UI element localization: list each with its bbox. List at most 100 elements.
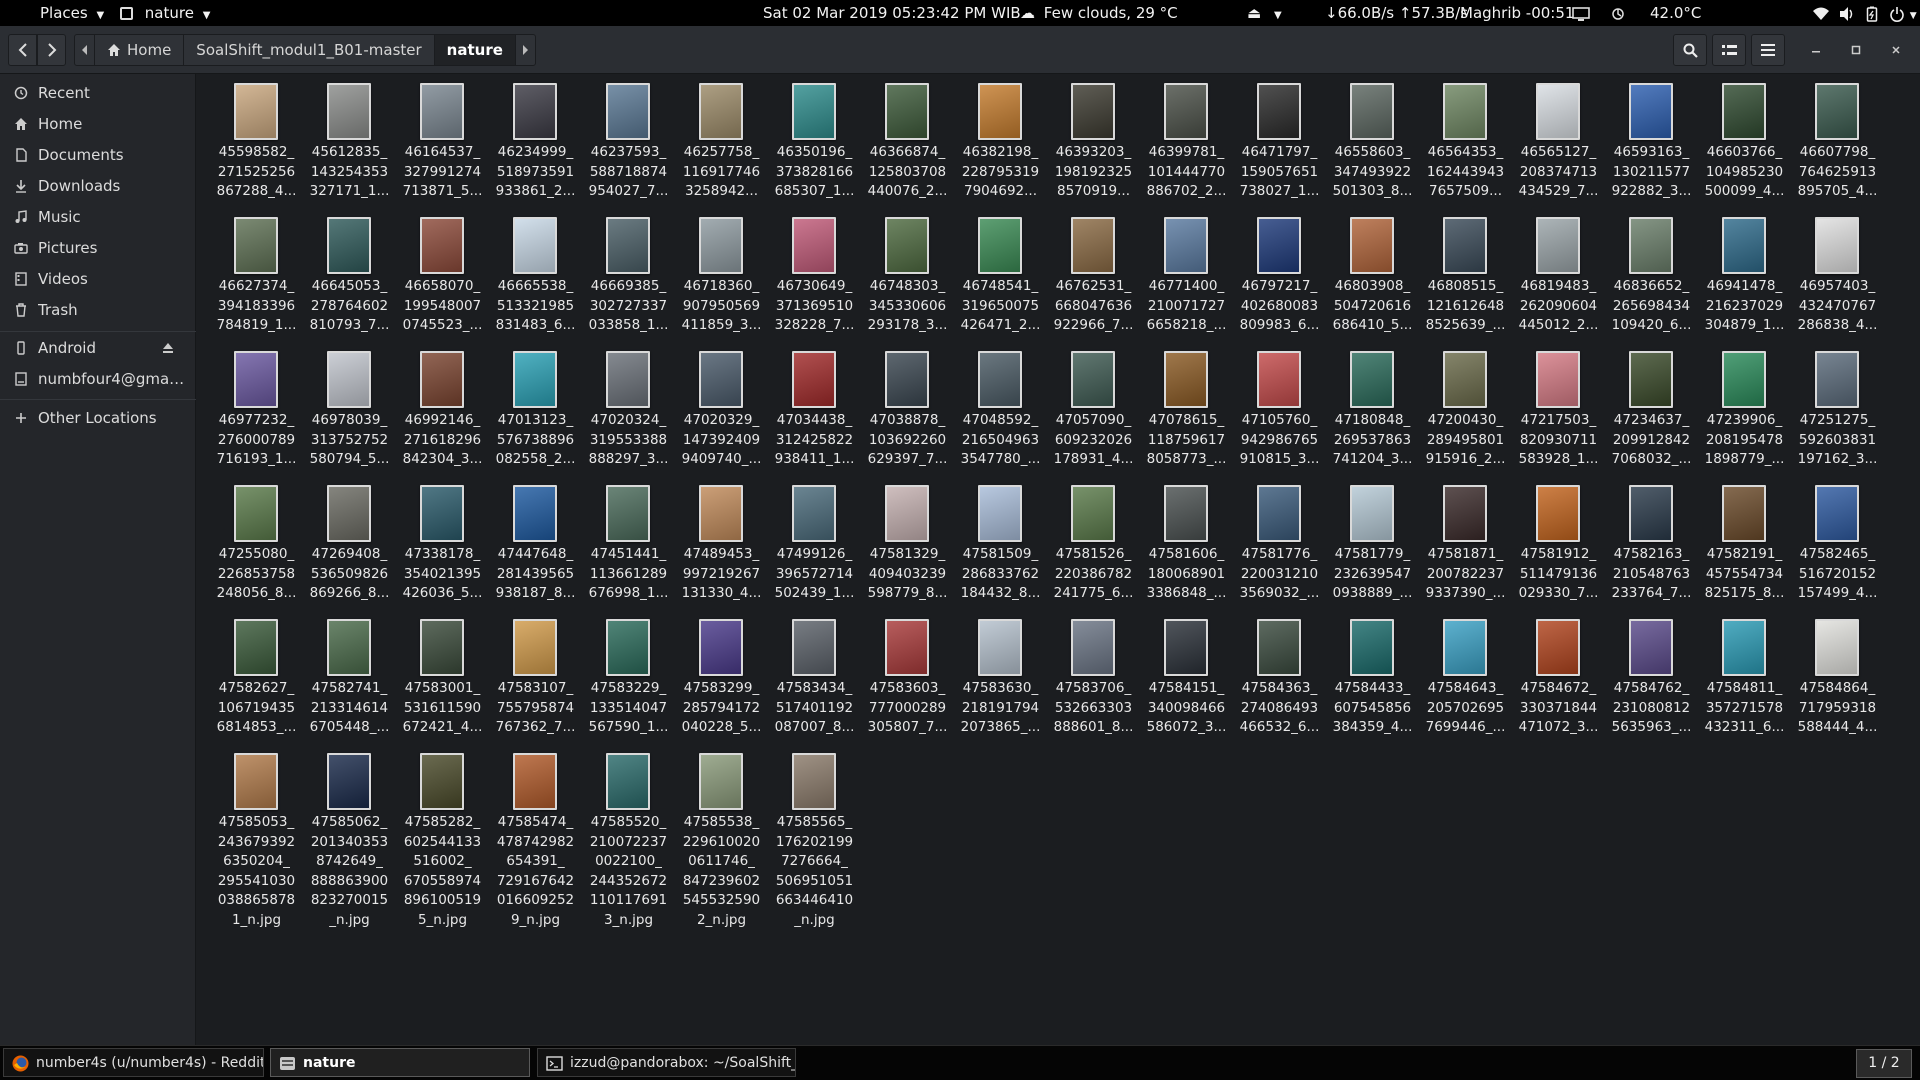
file-item[interactable]: 47581912_ 511479136 029330_7... bbox=[1512, 480, 1605, 610]
file-item[interactable]: 47585053_ 243679392 6350204_ 295541030 0… bbox=[210, 748, 303, 928]
file-item[interactable]: 47585520_ 210072237 0022100_ 244352672 1… bbox=[582, 748, 675, 928]
screen-icon[interactable] bbox=[1572, 0, 1590, 26]
file-item[interactable]: 47451441_ 113661289 676998_1... bbox=[582, 480, 675, 610]
file-item[interactable]: 46748541_ 319650075 426471_2... bbox=[954, 212, 1047, 342]
file-item[interactable]: 47251275_ 592603831 197162_3... bbox=[1791, 346, 1884, 476]
file-item[interactable]: 47581509_ 286833762 184432_8... bbox=[954, 480, 1047, 610]
forward-button[interactable] bbox=[37, 34, 66, 66]
file-item[interactable]: 47585474_ 478742982 654391_ 729167642 01… bbox=[489, 748, 582, 928]
file-item[interactable]: 46748303_ 345330606 293178_3... bbox=[861, 212, 954, 342]
file-item[interactable]: 47584811_ 357271578 432311_6... bbox=[1698, 614, 1791, 744]
breadcrumb-scroll-left[interactable] bbox=[75, 35, 95, 65]
file-item[interactable]: 47584864_ 717959318 588444_4... bbox=[1791, 614, 1884, 744]
file-item[interactable]: 46645053_ 278764602 810793_7... bbox=[303, 212, 396, 342]
close-button[interactable] bbox=[1888, 42, 1904, 58]
minimize-button[interactable] bbox=[1808, 42, 1824, 58]
file-item[interactable]: 46237593_ 588718874 954027_7... bbox=[582, 78, 675, 208]
file-item[interactable]: 47020324_ 319553388 888297_3... bbox=[582, 346, 675, 476]
file-item[interactable]: 46669385_ 302727337 033858_1... bbox=[582, 212, 675, 342]
file-item[interactable]: 46665538_ 513321985 831483_6... bbox=[489, 212, 582, 342]
file-item[interactable]: 46558603_ 347493922 501303_8... bbox=[1326, 78, 1419, 208]
workspace-indicator[interactable]: 1 / 2 bbox=[1856, 1049, 1912, 1078]
file-item[interactable]: 47034438_ 312425822 938411_1... bbox=[768, 346, 861, 476]
clock[interactable]: Sat 02 Mar 2019 05:23:42 PM WIB bbox=[763, 0, 1021, 26]
file-item[interactable]: 47105760_ 942986765 910815_3... bbox=[1233, 346, 1326, 476]
sidebar-item-android[interactable]: Android bbox=[0, 333, 195, 363]
file-item[interactable]: 46234999_ 518973591 933861_2... bbox=[489, 78, 582, 208]
file-item[interactable]: 47583229_ 133514047 567590_1... bbox=[582, 614, 675, 744]
view-toggle-button[interactable] bbox=[1712, 34, 1746, 66]
power-menu[interactable]: ▼ bbox=[1890, 0, 1917, 26]
file-item[interactable]: 47585538_ 229610020 0611746_ 847239602 5… bbox=[675, 748, 768, 928]
maximize-button[interactable] bbox=[1848, 42, 1864, 58]
sidebar-item-trash[interactable]: Trash bbox=[0, 295, 195, 325]
file-item[interactable]: 47057090_ 609232026 178931_4... bbox=[1047, 346, 1140, 476]
file-item[interactable]: 47581526_ 220386782 241775_6... bbox=[1047, 480, 1140, 610]
file-item[interactable]: 47583630_ 218191794 2073865_... bbox=[954, 614, 1047, 744]
breadcrumb-project[interactable]: SoalShift_modul1_B01-master bbox=[184, 35, 435, 65]
file-item[interactable]: 47583001_ 531611590 672421_4... bbox=[396, 614, 489, 744]
app-menu[interactable]: nature ▼ bbox=[120, 0, 210, 26]
file-item[interactable]: 46957403_ 432470767 286838_4... bbox=[1791, 212, 1884, 342]
file-item[interactable]: 47239906_ 208195478 1898779_... bbox=[1698, 346, 1791, 476]
file-item[interactable]: 47447648_ 281439565 938187_8... bbox=[489, 480, 582, 610]
file-item[interactable]: 47583107_ 755795874 767362_7... bbox=[489, 614, 582, 744]
wifi-icon[interactable] bbox=[1812, 0, 1830, 26]
file-item[interactable]: 46393203_ 198192325 8570919... bbox=[1047, 78, 1140, 208]
file-item[interactable]: 46658070_ 199548007 0745523_... bbox=[396, 212, 489, 342]
sidebar-item-downloads[interactable]: Downloads bbox=[0, 171, 195, 201]
task-firefox[interactable]: number4s (u/number4s) - Reddit - ... bbox=[3, 1048, 264, 1077]
file-item[interactable]: 47489453_ 997219267 131330_4... bbox=[675, 480, 768, 610]
file-item[interactable]: 47585565_ 176202199 7276664_ 506951051 6… bbox=[768, 748, 861, 928]
task-nature[interactable]: nature bbox=[270, 1048, 530, 1077]
file-item[interactable]: 46762531_ 668047636 922966_7... bbox=[1047, 212, 1140, 342]
file-item[interactable]: 47338178_ 354021395 426036_5... bbox=[396, 480, 489, 610]
file-item[interactable]: 46603766_ 104985230 500099_4... bbox=[1698, 78, 1791, 208]
volume-icon[interactable] bbox=[1838, 0, 1856, 26]
file-item[interactable]: 46836652_ 265698434 109420_6... bbox=[1605, 212, 1698, 342]
file-item[interactable]: 47582465_ 516720152 157499_4... bbox=[1791, 480, 1884, 610]
file-item[interactable]: 47583603_ 777000289 305807_7... bbox=[861, 614, 954, 744]
cpu-temperature[interactable]: 42.0°C bbox=[1650, 0, 1701, 26]
weather-indicator[interactable]: ☁ Few clouds, 29 °C bbox=[1020, 0, 1178, 26]
file-item[interactable]: 45598582_ 271525256 867288_4... bbox=[210, 78, 303, 208]
file-item[interactable]: 46564353_ 162443943 7657509... bbox=[1419, 78, 1512, 208]
netspeed-indicator[interactable]: ↓66.0B/s ↑57.3B/s bbox=[1325, 0, 1468, 26]
file-item[interactable]: 47180848_ 269537863 741204_3... bbox=[1326, 346, 1419, 476]
file-item[interactable]: 46627374_ 394183396 784819_1... bbox=[210, 212, 303, 342]
file-item[interactable]: 47582163_ 210548763 233764_7... bbox=[1605, 480, 1698, 610]
file-item[interactable]: 46471797_ 159057651 738027_1... bbox=[1233, 78, 1326, 208]
file-item[interactable]: 46992146_ 271618296 842304_3... bbox=[396, 346, 489, 476]
file-item[interactable]: 47038878_ 103692260 629397_7... bbox=[861, 346, 954, 476]
sidebar-item-documents[interactable]: Documents bbox=[0, 140, 195, 170]
file-item[interactable]: 47585282_ 602544133 516002_ 670558974 89… bbox=[396, 748, 489, 928]
file-item[interactable]: 47584762_ 231080812 5635963_... bbox=[1605, 614, 1698, 744]
file-item[interactable]: 46978039_ 313752752 580794_5... bbox=[303, 346, 396, 476]
file-item[interactable]: 47584363_ 274086493 466532_6... bbox=[1233, 614, 1326, 744]
file-item[interactable]: 47584151_ 340098466 586072_3... bbox=[1140, 614, 1233, 744]
sidebar-item-home[interactable]: Home bbox=[0, 109, 195, 139]
back-button[interactable] bbox=[8, 34, 37, 66]
search-button[interactable] bbox=[1673, 34, 1707, 66]
file-item[interactable]: 47583434_ 517401192 087007_8... bbox=[768, 614, 861, 744]
file-item[interactable]: 46819483_ 262090604 445012_2... bbox=[1512, 212, 1605, 342]
sidebar-item-videos[interactable]: Videos bbox=[0, 264, 195, 294]
sidebar-item-recent[interactable]: Recent bbox=[0, 78, 195, 108]
file-item[interactable]: 46164537_ 327991274 713871_5... bbox=[396, 78, 489, 208]
file-item[interactable]: 47048592_ 216504963 3547780_... bbox=[954, 346, 1047, 476]
battery-icon[interactable] bbox=[1866, 0, 1878, 26]
file-item[interactable]: 46797217_ 402680083 809983_6... bbox=[1233, 212, 1326, 342]
file-item[interactable]: 47255080_ 226853758 248056_8... bbox=[210, 480, 303, 610]
file-item[interactable]: 46730649_ 371369510 328228_7... bbox=[768, 212, 861, 342]
file-item[interactable]: 47582627_ 106719435 6814853_... bbox=[210, 614, 303, 744]
file-item[interactable]: 46803908_ 504720616 686410_5... bbox=[1326, 212, 1419, 342]
file-item[interactable]: 47013123_ 576738896 082558_2... bbox=[489, 346, 582, 476]
file-item[interactable]: 47581779_ 232639547 0938889_... bbox=[1326, 480, 1419, 610]
file-item[interactable]: 47200430_ 289495801 915916_2... bbox=[1419, 346, 1512, 476]
file-item[interactable]: 46257758_ 116917746 3258942... bbox=[675, 78, 768, 208]
file-item[interactable]: 47584643_ 205702695 7699446_... bbox=[1419, 614, 1512, 744]
sidebar-item-other-locations[interactable]: Other Locations bbox=[0, 403, 195, 433]
file-item[interactable]: 47217503_ 820930711 583928_1... bbox=[1512, 346, 1605, 476]
file-item[interactable]: 46382198_ 228795319 7904692... bbox=[954, 78, 1047, 208]
file-item[interactable]: 47499126_ 396572714 502439_1... bbox=[768, 480, 861, 610]
